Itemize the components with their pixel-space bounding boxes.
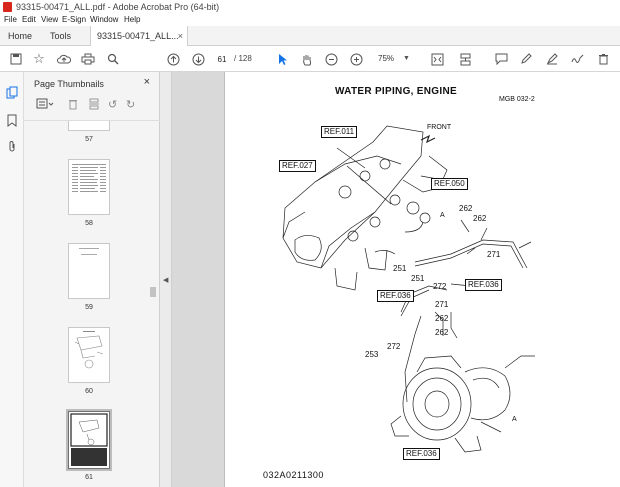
thumbnail-page[interactable]: [68, 121, 110, 131]
comment-icon[interactable]: [492, 50, 510, 68]
zoom-out-icon[interactable]: [322, 50, 340, 68]
tab-close-icon[interactable]: ×: [178, 26, 183, 46]
menu-file[interactable]: File: [4, 14, 17, 26]
select-arrow-icon[interactable]: [274, 50, 292, 68]
save-icon[interactable]: [7, 50, 25, 68]
bookmark-star-icon[interactable]: ☆: [30, 50, 48, 68]
marker-a: A: [512, 416, 517, 423]
thumbnail-label: 60: [85, 388, 93, 395]
sign-icon[interactable]: [568, 50, 586, 68]
page-down-icon[interactable]: [189, 50, 207, 68]
acrobat-icon: [3, 2, 12, 12]
menu-help[interactable]: Help: [124, 14, 140, 26]
part-number: 262: [459, 204, 473, 213]
thumbnail-page-selected[interactable]: [66, 409, 112, 471]
figure-id: 032A0211300: [263, 470, 324, 480]
left-navigation-rail: [0, 72, 24, 487]
delete-page-icon[interactable]: [68, 98, 78, 113]
thumbnail-scrollbar[interactable]: [149, 122, 157, 487]
tab-home[interactable]: Home: [8, 26, 32, 46]
panel-splitter[interactable]: ◀: [160, 72, 172, 487]
part-number: 253: [365, 350, 379, 359]
page-thumbnails-panel: Page Thumbnails × ↺ ↻ 57 58 59 60 61: [24, 72, 160, 487]
thumbnail-label: 57: [85, 136, 93, 143]
title-bar: 93315-00471_ALL.pdf - Adobe Acrobat Pro …: [0, 0, 620, 14]
upload-icon[interactable]: [55, 50, 73, 68]
scroll-mode-icon[interactable]: [456, 50, 474, 68]
toolbar: ☆ 61 / 128 75% ▼: [0, 46, 620, 72]
ref-label: REF.027: [279, 160, 316, 172]
ref-label: REF.011: [321, 126, 358, 138]
page-number-input[interactable]: 61: [211, 52, 233, 66]
pdf-page: WATER PIPING, ENGINE MGB 032-2 REF.011 F…: [224, 72, 620, 487]
tab-bar: Home Tools 93315-00471_ALL... ×: [0, 26, 620, 46]
tab-document[interactable]: 93315-00471_ALL... ×: [90, 26, 188, 46]
collapse-panel-icon[interactable]: ◀: [163, 276, 168, 284]
marker-a: A: [440, 212, 445, 219]
tab-document-label: 93315-00471_ALL...: [97, 31, 179, 41]
menu-view[interactable]: View: [41, 14, 58, 26]
menu-window[interactable]: Window: [90, 14, 118, 26]
part-number: 272: [433, 282, 447, 291]
panel-title: Page Thumbnails: [34, 79, 104, 89]
delete-icon[interactable]: [594, 50, 612, 68]
ref-label: REF.050: [431, 178, 468, 190]
thumbnails-icon[interactable]: [4, 84, 20, 100]
attachments-icon[interactable]: [4, 138, 20, 154]
part-number: 251: [393, 264, 407, 273]
zoom-dropdown-icon[interactable]: ▼: [403, 55, 410, 62]
menu-bar: File Edit View E-Sign Window Help: [0, 14, 620, 26]
front-label: FRONT: [427, 124, 452, 131]
thumbnail-label: 61: [85, 474, 93, 481]
window-title: 93315-00471_ALL.pdf - Adobe Acrobat Pro …: [16, 2, 220, 12]
part-number: 262: [435, 328, 449, 337]
thumbnail-list[interactable]: 57 58 59 60 61: [24, 120, 160, 487]
part-number: 251: [411, 274, 425, 283]
panel-tools: ↺ ↻: [32, 98, 152, 116]
highlight-icon[interactable]: [543, 50, 561, 68]
document-view[interactable]: WATER PIPING, ENGINE MGB 032-2 REF.011 F…: [172, 72, 620, 487]
fit-page-icon[interactable]: [428, 50, 446, 68]
bookmarks-icon[interactable]: [4, 112, 20, 128]
search-icon[interactable]: [104, 50, 122, 68]
pen-icon[interactable]: [517, 50, 535, 68]
options-menu-icon[interactable]: [36, 98, 54, 113]
part-number: 271: [487, 250, 501, 259]
tab-tools[interactable]: Tools: [50, 26, 71, 46]
print-icon[interactable]: [79, 50, 97, 68]
part-number: 272: [387, 342, 401, 351]
part-number: 262: [435, 314, 449, 323]
thumbnail-label: 58: [85, 220, 93, 227]
part-number: 271: [435, 300, 449, 309]
part-number: 262: [473, 214, 487, 223]
panel-close-icon[interactable]: ×: [144, 76, 150, 88]
ref-label: REF.036: [377, 290, 414, 302]
ref-label: REF.036: [403, 448, 440, 460]
scrollbar-thumb[interactable]: [150, 287, 156, 297]
page-total: / 128: [234, 54, 252, 63]
ref-label: REF.036: [465, 279, 502, 291]
rotate-right-icon[interactable]: ↻: [126, 98, 135, 111]
thumbnail-page[interactable]: [68, 327, 110, 383]
thumbnail-page[interactable]: [68, 159, 110, 215]
page-up-icon[interactable]: [164, 50, 182, 68]
menu-esign[interactable]: E-Sign: [62, 14, 86, 26]
menu-edit[interactable]: Edit: [22, 14, 36, 26]
rotate-left-icon[interactable]: ↺: [108, 98, 117, 111]
insert-page-icon[interactable]: [88, 98, 100, 113]
hand-icon[interactable]: [298, 50, 316, 68]
zoom-in-icon[interactable]: [347, 50, 365, 68]
thumbnail-page[interactable]: [68, 243, 110, 299]
thumbnail-label: 59: [85, 304, 93, 311]
